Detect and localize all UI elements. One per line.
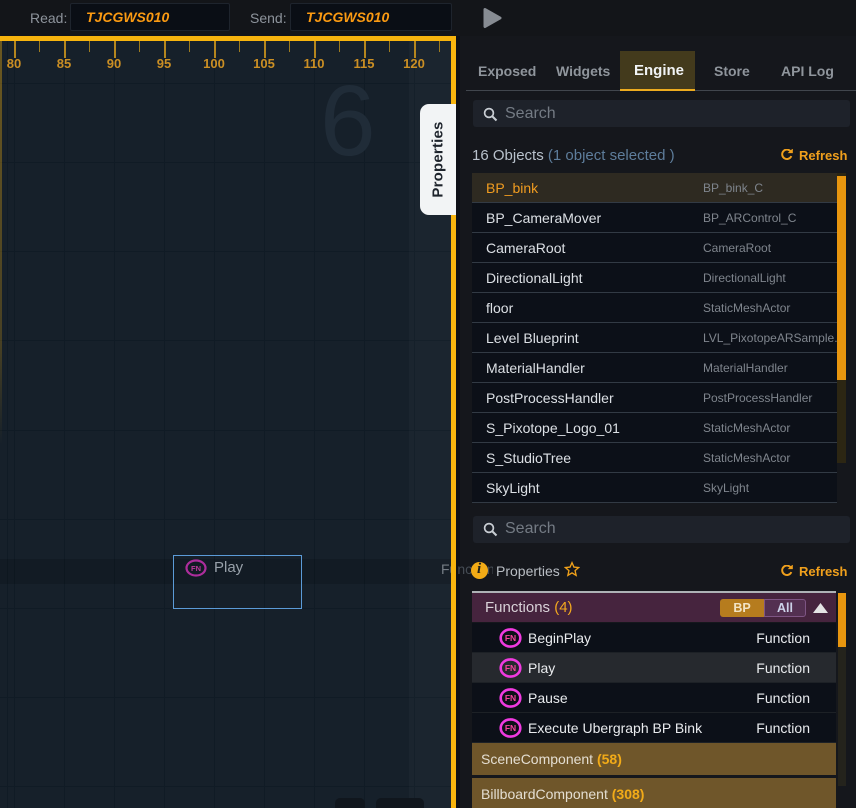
svg-text:FN: FN [505, 693, 516, 703]
svg-text:FN: FN [505, 723, 516, 733]
svg-text:FN: FN [191, 564, 201, 573]
svg-text:FN: FN [505, 663, 516, 673]
svg-text:FN: FN [505, 633, 516, 643]
